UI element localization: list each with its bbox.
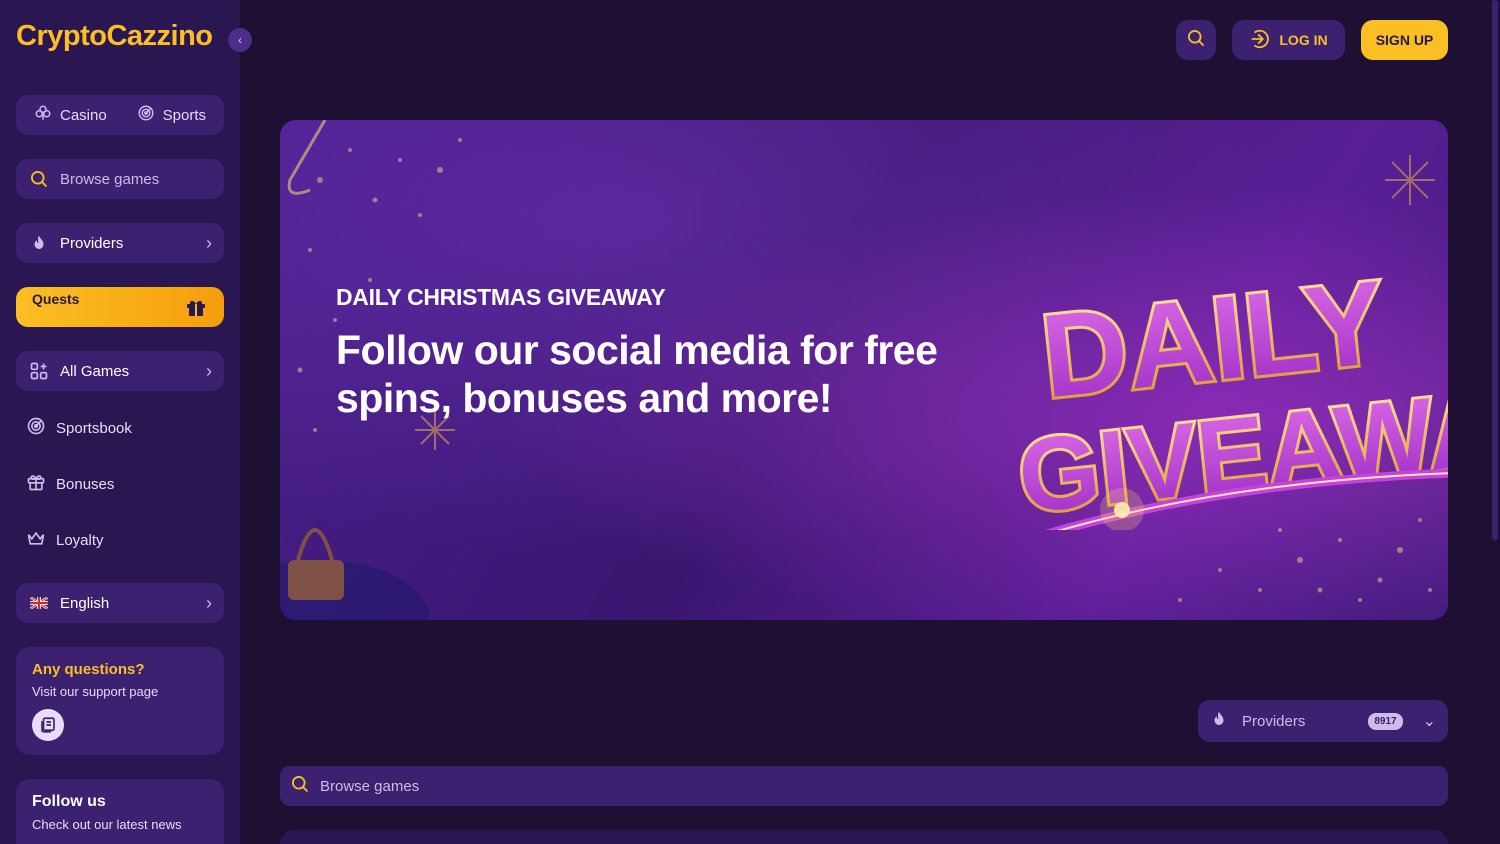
chevron-down-icon: ⌄: [1422, 713, 1436, 730]
providers-filter[interactable]: Providers 8917 ⌄: [1198, 700, 1448, 742]
tab-casino[interactable]: Casino: [34, 104, 107, 126]
gift-icon: [26, 472, 46, 496]
sidebar-collapse-button[interactable]: ‹: [228, 28, 252, 52]
target-icon: [137, 104, 155, 126]
daily-giveaway-artwork: DAILY GIVEAWAY: [1010, 253, 1448, 530]
search-icon: [1186, 28, 1206, 53]
sidebar: CryptoCazzino Casino Sports Browse games…: [0, 0, 240, 844]
follow-card-title: Follow us: [32, 793, 106, 810]
tab-casino-label: Casino: [60, 106, 107, 124]
login-arrow-icon: [1249, 28, 1271, 53]
document-icon[interactable]: [32, 709, 64, 741]
support-card[interactable]: Any questions? Visit our support page: [16, 647, 224, 755]
sidebar-item-label: All Games: [60, 362, 130, 380]
banner-kicker: DAILY CHRISTMAS GIVEAWAY: [336, 284, 666, 310]
games-section-card: [280, 830, 1448, 844]
sidebar-item-label: Providers: [60, 234, 124, 252]
gift-icon: [184, 295, 208, 322]
chevron-right-icon: ›: [206, 592, 212, 613]
follow-card[interactable]: Follow us Check out our latest news: [16, 779, 224, 844]
sidebar-item-bonuses[interactable]: Bonuses: [26, 472, 114, 496]
crown-icon: [26, 528, 46, 552]
sidebar-search[interactable]: Browse games: [16, 159, 224, 199]
games-search-placeholder: Browse games: [320, 777, 420, 795]
sidebar-item-label: Loyalty: [56, 531, 104, 549]
banner-headline: Follow our social media for free spins, …: [336, 327, 938, 421]
site-logo[interactable]: CryptoCazzino: [16, 20, 213, 53]
scrollbar[interactable]: [1492, 0, 1498, 540]
sidebar-item-providers[interactable]: Providers ›: [16, 223, 224, 263]
login-button[interactable]: LOG IN: [1232, 20, 1345, 60]
sidebar-item-label: Sportsbook: [56, 419, 132, 437]
search-icon: [290, 774, 310, 798]
tab-sports[interactable]: Sports: [137, 104, 206, 126]
sidebar-search-placeholder: Browse games: [60, 170, 160, 188]
sidebar-item-all-games[interactable]: All Games ›: [16, 351, 224, 391]
grid-plus-icon: [28, 360, 50, 382]
sidebar-item-sportsbook[interactable]: Sportsbook: [26, 416, 132, 440]
flame-icon: [1210, 709, 1228, 733]
signup-button[interactable]: SIGN UP: [1361, 20, 1448, 60]
sidebar-item-loyalty[interactable]: Loyalty: [26, 528, 104, 552]
tab-sports-label: Sports: [162, 106, 206, 124]
support-card-text: Visit our support page: [32, 684, 159, 699]
providers-filter-label: Providers: [1242, 712, 1306, 730]
chevron-right-icon: ›: [206, 360, 212, 381]
login-label: LOG IN: [1279, 32, 1328, 48]
games-search-input[interactable]: Browse games: [280, 766, 1448, 806]
chevron-left-icon: ‹: [238, 33, 242, 47]
target-icon: [26, 416, 46, 440]
quests-button[interactable]: Quests: [16, 287, 224, 327]
section-tabs: Casino Sports: [16, 95, 224, 135]
clover-icon: [34, 104, 52, 126]
search-icon: [28, 168, 50, 190]
promo-banner[interactable]: DAILY CHRISTMAS GIVEAWAY Follow our soci…: [280, 120, 1448, 620]
support-card-title: Any questions?: [32, 661, 145, 678]
chevron-right-icon: ›: [206, 232, 212, 253]
providers-count-badge: 8917: [1368, 712, 1403, 730]
uk-flag-icon: [28, 592, 50, 614]
header-search-button[interactable]: [1176, 20, 1216, 60]
sidebar-item-label: Bonuses: [56, 475, 115, 493]
flame-icon: [28, 232, 50, 254]
follow-card-text: Check out our latest news: [32, 817, 182, 832]
quests-label: Quests: [32, 291, 80, 307]
language-selector[interactable]: English ›: [16, 583, 224, 623]
language-label: English: [60, 594, 110, 612]
